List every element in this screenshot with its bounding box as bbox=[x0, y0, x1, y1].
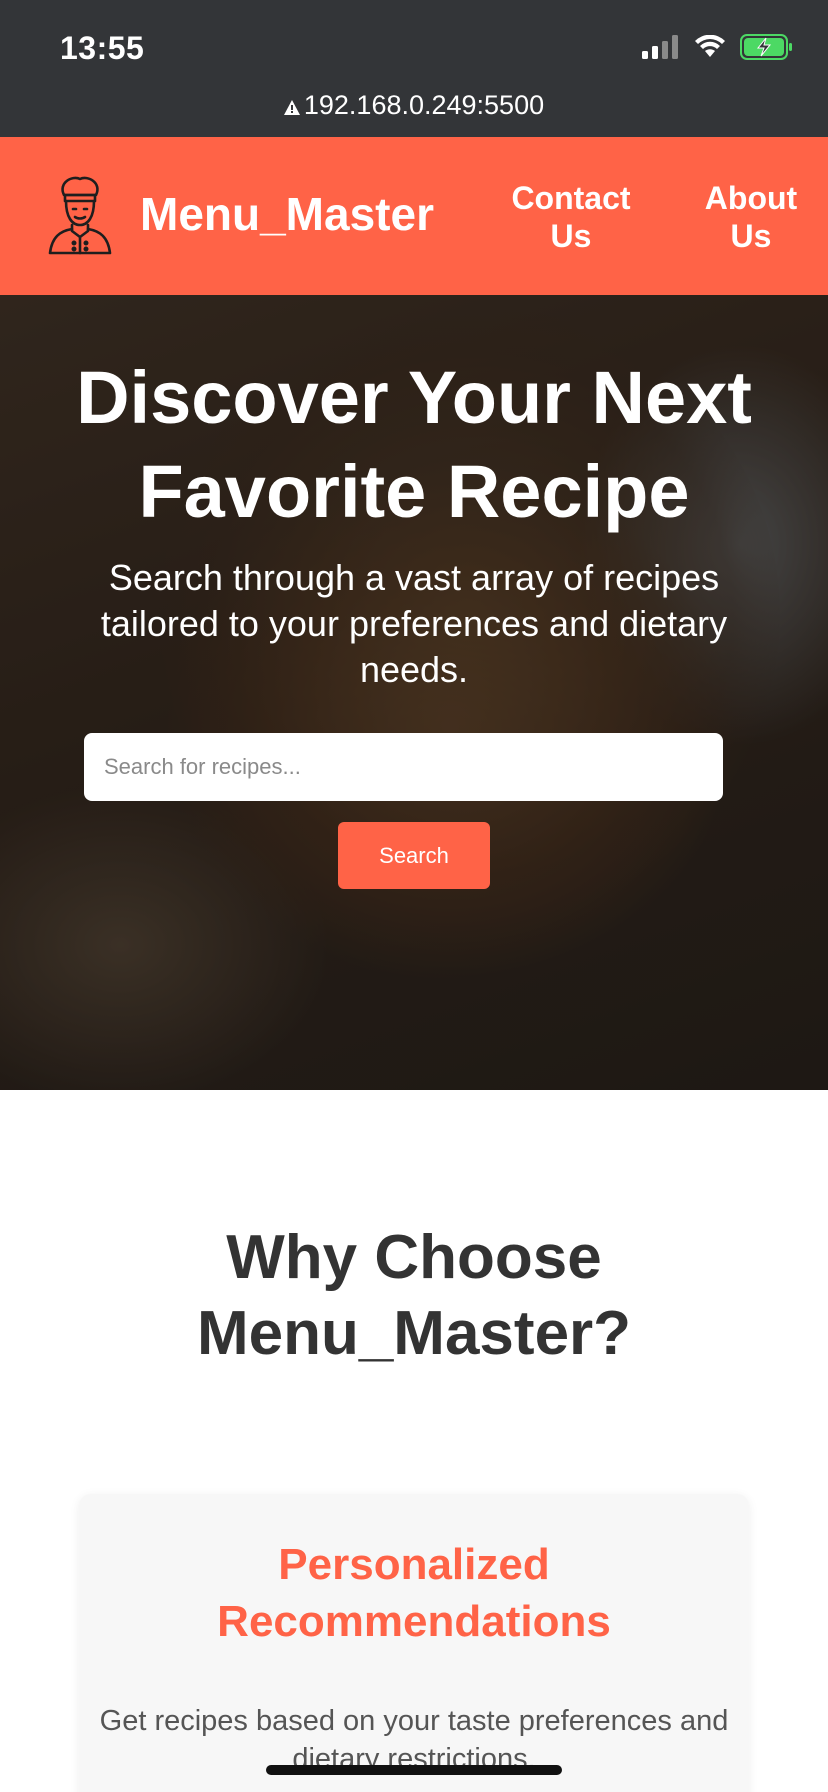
why-section-title: Why Choose Menu_Master? bbox=[0, 1220, 828, 1372]
hero-title: Discover Your Next Favorite Recipe bbox=[40, 351, 788, 539]
search-input[interactable] bbox=[84, 733, 723, 801]
why-title-line2: Menu_Master? bbox=[196, 1299, 632, 1368]
status-time: 13:55 bbox=[60, 30, 145, 66]
nav-about-line1: About bbox=[704, 180, 798, 216]
url-bar[interactable]: 192.168.0.249:5500 bbox=[0, 90, 828, 122]
nav-contact-us[interactable]: Contact Us bbox=[506, 179, 636, 255]
site-header: Menu_Master Contact Us About Us bbox=[0, 137, 828, 295]
feature-title-line2: Recommendations bbox=[217, 1597, 611, 1646]
status-icons bbox=[642, 34, 794, 65]
feature-title-line1: Personalized bbox=[278, 1540, 550, 1589]
warning-icon bbox=[283, 91, 300, 122]
hero-title-line1: Discover Your Next bbox=[76, 356, 752, 439]
signal-icon bbox=[642, 35, 680, 64]
home-indicator[interactable] bbox=[266, 1765, 562, 1775]
nav-about-us[interactable]: About Us bbox=[696, 179, 806, 255]
why-title-line1: Why Choose bbox=[226, 1223, 602, 1292]
chef-icon[interactable] bbox=[46, 173, 114, 257]
status-bar: 13:55 192.168.0.249:5500 bbox=[0, 0, 828, 137]
feature-title: Personalized Recommendations bbox=[79, 1536, 749, 1650]
nav-about-line2: Us bbox=[730, 218, 772, 254]
feature-card: Personalized Recommendations Get recipes… bbox=[79, 1494, 749, 1792]
url-text: 192.168.0.249:5500 bbox=[303, 90, 545, 120]
brand-name[interactable]: Menu_Master bbox=[140, 187, 434, 241]
hero-section: Discover Your Next Favorite Recipe Searc… bbox=[0, 295, 828, 1090]
wifi-icon bbox=[694, 34, 726, 64]
nav-contact-line1: Contact bbox=[511, 180, 631, 216]
hero-title-line2: Favorite Recipe bbox=[138, 450, 690, 533]
nav-contact-line2: Us bbox=[550, 218, 592, 254]
hero-subtitle: Search through a vast array of recipes t… bbox=[100, 557, 728, 690]
battery-charging-icon bbox=[740, 34, 794, 65]
search-button[interactable]: Search bbox=[338, 822, 490, 889]
